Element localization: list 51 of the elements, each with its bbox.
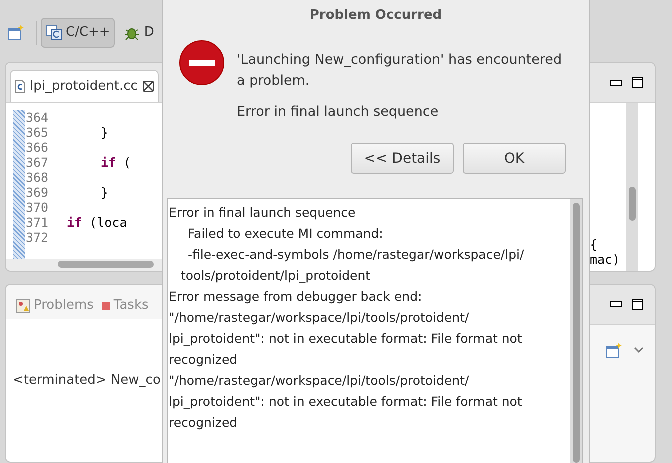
code-line: } [101,124,109,140]
error-icon [179,40,225,86]
line-number: 364 [25,110,50,125]
code-fragment: mac) [590,252,622,267]
code-line: if ( [101,154,132,170]
scrollbar-thumb[interactable] [572,203,580,463]
code-line: } [101,184,109,200]
line-number: 372 [25,230,50,245]
details-line: Failed to execute MI command: [187,225,384,243]
new-perspective-icon[interactable] [8,25,24,40]
dialog-button[interactable]: OK [463,143,566,174]
c-file-icon [46,25,62,40]
maximize-icon[interactable] [632,298,643,310]
scrollbar-thumb[interactable] [58,261,154,268]
perspective-button[interactable]: C/C++ [41,18,116,48]
details-line: "/home/rastegar/workspace/lpi/tools/protoident/ [168,309,470,327]
scrollbar-thumb[interactable] [628,187,636,221]
details-line: Error in final launch sequence [168,204,357,222]
details-line: -file-exec-and-symbols /home/rastegar/workspace/lpi/ [187,246,526,264]
details-line: tools/protoident/lpi_protoident [180,267,372,285]
code-fragment: { [590,236,599,252]
perspective-button[interactable]: D [119,18,160,48]
line-number: 367 [25,154,50,170]
new-console-icon[interactable] [606,342,622,358]
details-line: lpi_protoident": not in executable format: File format not [168,393,524,411]
line-number: 365 [25,124,50,140]
line-number: 366 [25,140,50,155]
minimize-icon[interactable] [610,301,622,308]
line-number: 368 [25,170,50,185]
details-line: "/home/rastegar/workspace/lpi/tools/protoident/ [168,372,470,390]
close-icon[interactable] [142,80,154,92]
line-number: 369 [25,184,50,200]
editor-tab[interactable]: lpi_protoident.cc [10,70,159,102]
line-number: 371 [25,214,50,230]
details-line: lpi_protoident": not in executable format: File format not [168,330,524,348]
error-message: 'Launching New_configuration' has encountered a problem. [237,51,564,91]
problems-icon [16,298,30,313]
dialog-title: Problem Occurred [308,7,444,23]
line-number: 370 [25,200,50,215]
minimize-icon[interactable] [610,80,622,86]
task-icon [102,302,110,310]
error-reason: Error in final launch sequence [237,104,440,120]
dialog-button[interactable]: << Details [351,143,454,174]
chevron-down-icon[interactable] [634,347,644,354]
c-file-icon [15,80,25,93]
code-line: if (loca [67,214,128,230]
details-line: recognized [168,414,239,432]
console-text: <terminated> New_co [13,372,161,388]
maximize-icon[interactable] [632,77,643,88]
details-line: recognized [168,351,239,369]
details-line: Error message from debugger back end: [168,288,424,306]
